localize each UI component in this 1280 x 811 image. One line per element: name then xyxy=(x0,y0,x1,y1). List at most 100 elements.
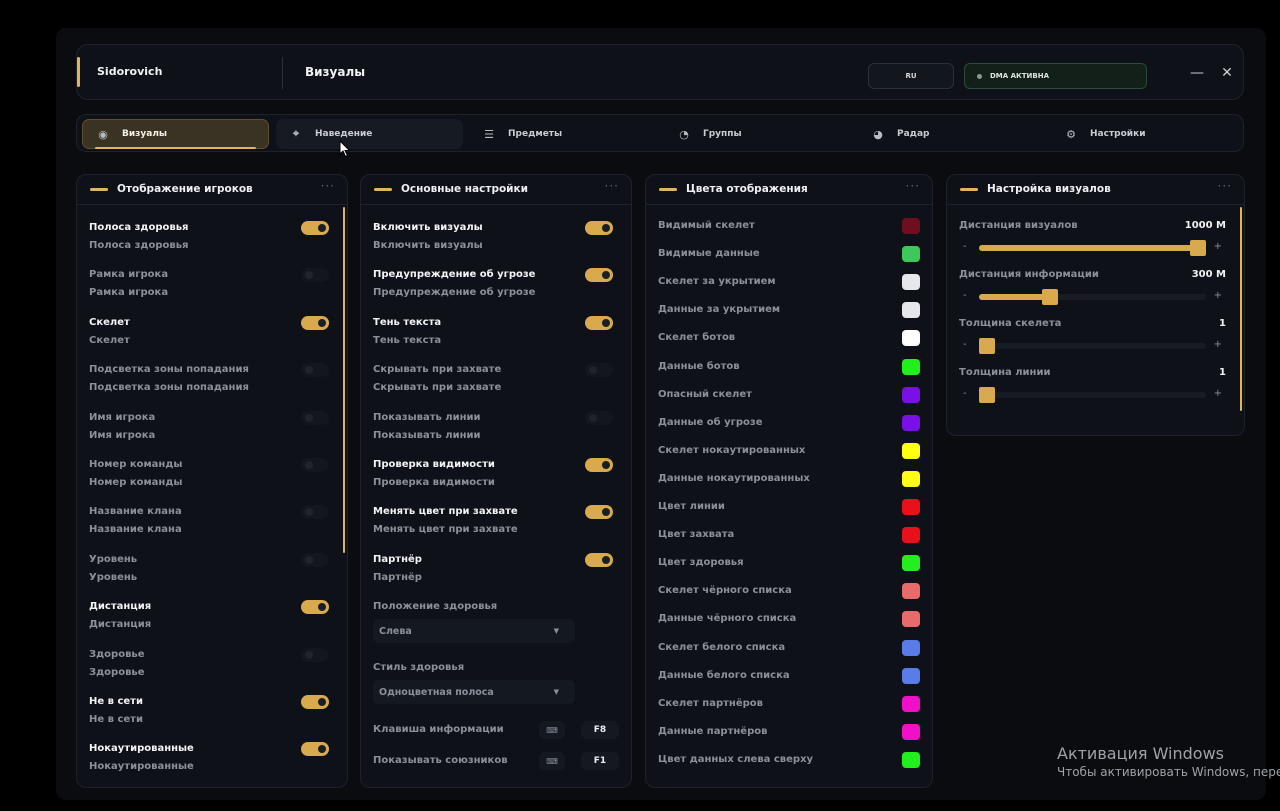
panel-header: Настройка визуалов ··· xyxy=(947,175,1244,205)
tab-settings[interactable]: ⚙ Настройки xyxy=(1051,119,1201,149)
info-key-button[interactable]: F8 xyxy=(581,721,619,739)
toggle-switch[interactable] xyxy=(301,647,329,662)
more-icon[interactable]: ··· xyxy=(605,179,619,193)
toggle-switch[interactable] xyxy=(585,268,613,283)
toggle-knob xyxy=(602,271,610,280)
allies-key-button[interactable]: F1 xyxy=(581,752,619,770)
toggle-switch[interactable] xyxy=(301,315,329,330)
status-dot-icon xyxy=(977,73,982,79)
color-swatch[interactable] xyxy=(902,751,920,768)
toggle-switch[interactable] xyxy=(301,552,329,567)
color-swatch[interactable] xyxy=(902,274,920,291)
minimize-button[interactable]: — xyxy=(1187,63,1207,83)
color-swatch[interactable] xyxy=(902,442,920,459)
toggle-switch[interactable] xyxy=(585,505,613,520)
color-row: Данные партнёров xyxy=(658,723,920,742)
more-icon[interactable]: ··· xyxy=(906,179,920,193)
color-label: Данные за укрытием xyxy=(658,304,781,316)
slider-track[interactable] xyxy=(979,387,1206,403)
tab-items[interactable]: ☰ Предметы xyxy=(469,119,619,149)
increment-button[interactable]: + xyxy=(1214,339,1222,350)
panel-accent xyxy=(960,188,978,191)
toggle-switch[interactable] xyxy=(585,410,613,425)
setting-description: Здоровье xyxy=(89,666,145,678)
color-swatch[interactable] xyxy=(902,695,920,712)
increment-button[interactable]: + xyxy=(1214,290,1222,301)
increment-button[interactable]: + xyxy=(1214,388,1222,399)
color-swatch[interactable] xyxy=(902,639,920,656)
language-button[interactable]: RU xyxy=(868,63,954,89)
toggle-switch[interactable] xyxy=(301,410,329,425)
toggle-switch[interactable] xyxy=(301,600,329,615)
color-swatch[interactable] xyxy=(902,499,920,515)
color-swatch[interactable] xyxy=(902,470,920,487)
gear-icon: ⚙ xyxy=(1066,127,1076,141)
slider-track[interactable] xyxy=(979,338,1206,354)
setting-row: Не в сети Не в сети xyxy=(89,695,329,736)
close-button[interactable]: ✕ xyxy=(1217,63,1237,83)
color-row: Цвет здоровья xyxy=(658,555,920,573)
color-row: Скелет ботов xyxy=(658,330,920,348)
color-swatch[interactable] xyxy=(902,555,920,572)
toggle-switch[interactable] xyxy=(585,315,613,330)
slider-track[interactable] xyxy=(979,240,1206,256)
color-swatch[interactable] xyxy=(902,527,920,544)
slider-thumb[interactable] xyxy=(1190,240,1206,256)
color-label: Данные ботов xyxy=(658,360,740,372)
slider-thumb[interactable] xyxy=(1042,289,1059,305)
color-row: Данные ботов xyxy=(658,358,920,377)
color-swatch[interactable] xyxy=(902,414,920,431)
toggle-switch[interactable] xyxy=(301,268,329,283)
decrement-button[interactable]: - xyxy=(963,290,967,301)
toggle-switch[interactable] xyxy=(301,221,329,235)
toggle-switch[interactable] xyxy=(301,363,329,378)
setting-row: Рамка игрока Рамка игрока xyxy=(89,268,329,309)
slider-track[interactable] xyxy=(979,289,1206,305)
color-swatch[interactable] xyxy=(902,218,920,234)
color-swatch[interactable] xyxy=(902,667,920,684)
scrollbar[interactable] xyxy=(343,207,345,553)
tab-groups[interactable]: ◔ Группы xyxy=(664,119,814,149)
color-swatch[interactable] xyxy=(902,246,920,263)
toggle-switch[interactable] xyxy=(585,221,613,235)
toggle-switch[interactable] xyxy=(585,552,613,567)
color-swatch[interactable] xyxy=(902,302,920,319)
panel-header: Основные настройки ··· xyxy=(361,175,631,205)
toggle-switch[interactable] xyxy=(301,458,329,472)
watermark-title: Активация Windows xyxy=(1057,744,1224,763)
setting-name: Подсветка зоны попадания xyxy=(89,364,249,376)
color-swatch[interactable] xyxy=(902,386,920,403)
sliders-icon: ☰ xyxy=(484,127,494,141)
increment-button[interactable]: + xyxy=(1214,241,1222,252)
tab-visuals[interactable]: ◉ Визуалы xyxy=(82,119,269,149)
slider-thumb[interactable] xyxy=(979,338,995,354)
setting-name: Предупреждение об угрозе xyxy=(373,269,536,281)
toggle-switch[interactable] xyxy=(585,363,613,378)
decrement-button[interactable]: - xyxy=(963,388,967,399)
color-swatch[interactable] xyxy=(902,358,920,375)
color-swatch[interactable] xyxy=(902,330,920,347)
toggle-switch[interactable] xyxy=(301,505,329,520)
toggle-switch[interactable] xyxy=(585,458,613,472)
setting-row: Тень текста Тень текста xyxy=(373,315,613,357)
decrement-button[interactable]: - xyxy=(963,241,967,252)
slider-thumb[interactable] xyxy=(979,387,995,403)
toggle-switch[interactable] xyxy=(301,695,329,709)
scrollbar[interactable] xyxy=(1240,207,1242,411)
color-label: Цвет данных слева сверху xyxy=(658,753,814,765)
health-style-label: Стиль здоровья xyxy=(373,662,465,673)
color-swatch[interactable] xyxy=(902,723,920,740)
toggle-switch[interactable] xyxy=(301,742,329,757)
health-position-select[interactable]: Слева ▼ xyxy=(373,619,575,643)
select-value: Слева xyxy=(379,625,412,637)
tab-radar[interactable]: ◕ Радар xyxy=(858,119,1008,149)
tab-aiming[interactable]: ⌖ Наведение xyxy=(276,119,463,149)
setting-row: Здоровье Здоровье xyxy=(89,647,329,689)
more-icon[interactable]: ··· xyxy=(1218,179,1232,193)
more-icon[interactable]: ··· xyxy=(321,179,335,193)
setting-row: Скелет Скелет xyxy=(89,315,329,357)
health-style-select[interactable]: Одноцветная полоса ▼ xyxy=(373,680,575,704)
color-swatch[interactable] xyxy=(902,583,920,600)
decrement-button[interactable]: - xyxy=(963,339,967,350)
color-swatch[interactable] xyxy=(902,611,920,628)
